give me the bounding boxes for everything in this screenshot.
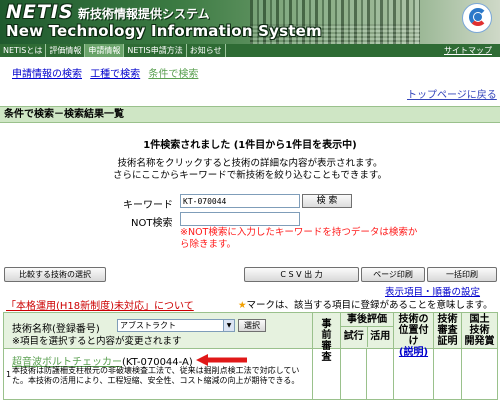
main-navigation: NETISとは 評価情報 申請情報 NETIS申請方法 お知らせ サイトマップ: [0, 44, 500, 57]
star-icon: ★: [238, 300, 247, 311]
nav-item-evaluation[interactable]: 評価情報: [46, 44, 86, 57]
tab-search-by-condition[interactable]: 条件で検索: [148, 69, 198, 80]
not-search-note: ※NOT検索に入力したキーワードを持つデータは検索から除きます。: [180, 227, 418, 250]
back-to-top-link[interactable]: トップページに戻る: [407, 86, 497, 101]
bulk-print-button[interactable]: 一括印刷: [427, 267, 497, 282]
compare-select-button[interactable]: 比較する技術の選択: [4, 267, 106, 282]
tech-description: 本技術は防護柵支柱根元の非破壊検査工法で、従来は掘削点検工法で対応していた。本技…: [12, 366, 300, 385]
csv-export-button[interactable]: C S V 出 力: [244, 267, 359, 282]
tab-application-search[interactable]: 申請情報の検索: [12, 69, 82, 80]
section-title: 条件で検索－検索結果一覧: [0, 106, 500, 123]
legacy-status-link[interactable]: 「本格運用(H18新制度)未対応」について: [6, 297, 194, 312]
table-header-tech-position: 技術の 位置付け (説明): [394, 313, 434, 358]
table-header-prior-review: 事前審査: [313, 313, 341, 363]
result-count: 1件検索されました (1件目から1件目を表示中): [143, 140, 357, 151]
not-search-label: NOT検索: [131, 218, 173, 229]
post-evaluation-trial-label: 試行: [341, 327, 368, 347]
star-legend-text: マークは、該当する項目に登録があることを意味します。: [246, 300, 493, 311]
site-header: NETIS 新技術情報提供システム New Technology Informa…: [0, 0, 500, 44]
table-header-tech-certification: 技術 審査 証明: [434, 313, 462, 349]
tech-position-label-2: 位置付け: [398, 325, 429, 347]
page-print-button[interactable]: ページ印刷: [361, 267, 425, 282]
post-evaluation-use-label: 活用: [370, 331, 391, 342]
system-name-jp: 新技術情報提供システム: [78, 7, 210, 21]
netis-logo[interactable]: NETIS: [6, 1, 74, 23]
display-item-select[interactable]: アブストラクト ▼: [117, 319, 235, 332]
sitemap-link[interactable]: サイトマップ: [444, 44, 492, 57]
system-name-en: New Technology Information System: [6, 22, 322, 40]
row-cell-position: [394, 349, 434, 400]
chevron-down-icon[interactable]: ▼: [223, 320, 234, 331]
nav-item-about[interactable]: NETISとは: [0, 44, 47, 57]
search-subtabs: 申請情報の検索 工種で検索 条件で検索: [12, 65, 203, 80]
national-award-label-2: 技術: [469, 325, 490, 336]
keyword-input[interactable]: [180, 194, 300, 208]
row-number: 1: [6, 370, 12, 379]
organization-emblem-icon[interactable]: [462, 3, 492, 33]
display-settings-link[interactable]: 表示項目・順番の設定: [385, 284, 480, 298]
row-cell-post-use: [367, 349, 394, 400]
display-item-select-button[interactable]: 選択: [238, 319, 266, 332]
table-header-tech-name: 技術名称(登録番号) アブストラクト ▼ 選択 ※項目を選択すると内容が変更され…: [4, 313, 313, 349]
tab-search-by-work-type[interactable]: 工種で検索: [90, 69, 140, 80]
table-header-national-award: 国土 技術 開発賞: [462, 313, 497, 349]
nav-item-application[interactable]: 申請情報: [85, 44, 125, 57]
national-award-label-3: 開発賞: [464, 336, 495, 347]
row-cell-post-trial: [341, 349, 367, 400]
tech-position-label-1: 技術の: [398, 314, 429, 325]
national-award-label-1: 国土: [469, 314, 490, 325]
results-table: 技術名称(登録番号) アブストラクト ▼ 選択 ※項目を選択すると内容が変更され…: [3, 312, 498, 400]
search-button[interactable]: 検 索: [302, 194, 352, 208]
row-cell-prior-review: [313, 349, 341, 400]
post-evaluation-label: 事後評価: [341, 313, 393, 327]
display-item-note: ※項目を選択すると内容が変更されます: [12, 336, 182, 347]
certification-label-3: 証明: [437, 336, 458, 347]
red-arrow-annotation-icon: [196, 354, 247, 366]
keyword-label: キーワード: [123, 200, 173, 211]
instructions: 技術名称をクリックすると技術の詳細な内容が表示されます。 さらにここからキーワー…: [0, 158, 500, 182]
star-legend: ★マークは、該当する項目に登録があることを意味します。: [238, 297, 493, 311]
instructions-line-1: 技術名称をクリックすると技術の詳細な内容が表示されます。: [117, 158, 383, 169]
display-item-select-value: アブストラクト: [120, 321, 176, 330]
not-search-input[interactable]: [180, 212, 300, 226]
row-cell-certification: [434, 349, 462, 400]
certification-label-1: 技術: [437, 314, 458, 325]
table-header-post-evaluation: 事後評価 試行 活用: [341, 313, 394, 349]
nav-item-news[interactable]: お知らせ: [187, 44, 226, 57]
nav-item-how-to-apply[interactable]: NETIS申請方法: [124, 44, 187, 57]
certification-label-2: 審査: [437, 325, 458, 336]
instructions-line-2: さらにここからキーワードで新技術を絞り込むこともできます。: [113, 170, 387, 181]
